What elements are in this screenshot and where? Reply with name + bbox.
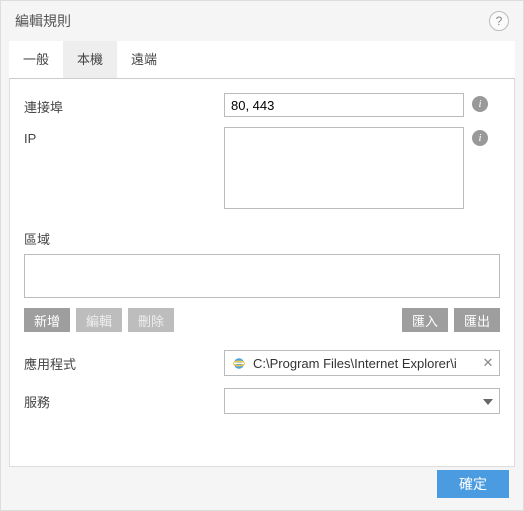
port-input[interactable]: [224, 93, 464, 117]
ok-button[interactable]: 確定: [437, 470, 509, 498]
chevron-down-icon: [483, 394, 493, 408]
ip-input[interactable]: [224, 127, 464, 209]
port-label: 連接埠: [24, 93, 224, 116]
clear-application-icon[interactable]: ✕: [481, 356, 495, 370]
service-row: 服務: [24, 388, 500, 414]
edit-button[interactable]: 編輯: [76, 308, 122, 332]
tab-general[interactable]: 一般: [9, 41, 63, 78]
ip-row: IP i: [24, 127, 500, 209]
zone-listbox[interactable]: [24, 254, 500, 298]
application-field[interactable]: C:\Program Files\Internet Explorer\i ✕: [224, 350, 500, 376]
info-icon[interactable]: i: [472, 130, 488, 146]
zone-button-row: 新增 編輯 刪除 匯入 匯出: [24, 308, 500, 332]
dialog-title: 編輯規則: [15, 11, 71, 31]
tab-panel-local: 連接埠 i IP i 區域 新增 編輯 刪除: [9, 79, 515, 467]
service-label: 服務: [24, 392, 224, 411]
port-row: 連接埠 i: [24, 93, 500, 117]
titlebar: 編輯規則 ?: [1, 1, 523, 37]
add-button[interactable]: 新增: [24, 308, 70, 332]
tab-remote[interactable]: 遠端: [117, 41, 171, 78]
application-row: 應用程式 C:\Program Files\Internet Explorer\…: [24, 350, 500, 376]
zone-label: 區域: [24, 229, 500, 248]
ip-label: IP: [24, 127, 224, 146]
application-path: C:\Program Files\Internet Explorer\i: [253, 356, 475, 371]
dialog-footer: 確定: [437, 470, 509, 498]
tab-bar: 一般 本機 遠端: [9, 41, 515, 79]
tab-local[interactable]: 本機: [63, 41, 117, 78]
import-button[interactable]: 匯入: [402, 308, 448, 332]
service-select[interactable]: [224, 388, 500, 414]
application-label: 應用程式: [24, 354, 224, 373]
internet-explorer-icon: [231, 355, 247, 371]
export-button[interactable]: 匯出: [454, 308, 500, 332]
content-area: 一般 本機 遠端 連接埠 i IP i 區域: [1, 41, 523, 475]
delete-button[interactable]: 刪除: [128, 308, 174, 332]
edit-rule-dialog: 編輯規則 ? 一般 本機 遠端 連接埠 i IP i: [0, 0, 524, 511]
info-icon[interactable]: i: [472, 96, 488, 112]
help-icon[interactable]: ?: [489, 11, 509, 31]
